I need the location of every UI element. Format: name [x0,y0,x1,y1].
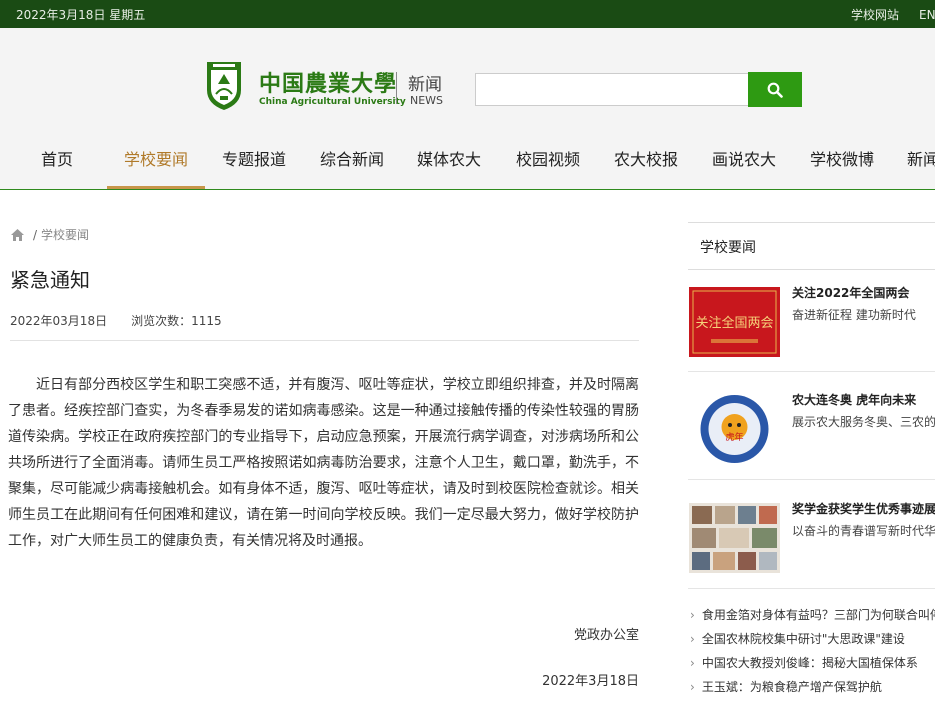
card-subtitle: 奋进新征程 建功新时代 [792,308,916,322]
nav-campus-video[interactable]: 校园视频 [516,146,580,170]
nav-media[interactable]: 媒体农大 [417,146,481,170]
list-item-text: 中国农大教授刘俊峰：揭秘大国植保体系 [701,656,918,670]
list-item[interactable]: › 中国农大教授刘俊峰：揭秘大国植保体系 [688,653,935,677]
article-meta: 2022年03月18日 浏览次数：1115 [10,312,222,329]
article-sign-date: 2022年3月18日 [542,674,639,689]
article-body: 近日有部分西校区学生和职工突感不适，并有腹泻、呕吐等症状，学校立即组织排查，并及… [8,377,639,549]
main-nav: 首页 学校要闻 专题报道 综合新闻 媒体农大 校园视频 农大校报 画说农大 学校… [0,128,935,189]
nav-weibo[interactable]: 学校微博 [810,146,874,170]
card-subtitle: 展示农大服务冬奥、三农的 [792,415,935,429]
top-link-school-site[interactable]: 学校网站 [851,8,899,22]
card-divider [688,588,935,589]
news-label-cn: 新闻 [408,75,442,95]
article-date: 2022年03月18日 [10,314,108,328]
sidebar-heading-text[interactable]: 学校要闻 [700,237,756,257]
university-name-en: China Agricultural University [259,97,406,107]
article-views: 浏览次数：1115 [131,314,222,328]
breadcrumb: / 学校要闻 [10,226,89,243]
breadcrumb-separator: / [33,228,38,242]
home-icon[interactable] [10,228,25,242]
card-title[interactable]: 农大连冬奥 虎年向未来 [792,391,916,408]
list-item[interactable]: › 食用金箔对身体有益吗？三部门为何联合叫停 [688,605,935,629]
chevron-right-icon: › [690,680,695,694]
article-signature: 党政办公室 [573,628,639,643]
search-input[interactable] [475,73,748,106]
card-image-winter-olympics[interactable]: 虎年 [689,394,780,464]
chevron-right-icon: › [690,608,695,622]
search-icon [767,82,783,98]
card-image-caption: 关注全国两会 [695,315,773,331]
nav-general-news[interactable]: 综合新闻 [320,146,384,170]
nav-active-indicator [107,186,205,189]
top-bar: 2022年3月18日 星期五 学校网站 ENG [0,0,935,28]
card-image-two-sessions[interactable]: 关注全国两会 [689,287,780,357]
university-logo-icon[interactable] [204,60,244,112]
list-item-text: 王玉斌：为粮食稳产增产保驾护航 [701,680,882,694]
top-links: 学校网站 ENG [851,6,935,23]
search-button[interactable] [748,72,802,107]
nav-home[interactable]: 首页 [41,146,73,170]
nav-school-paper[interactable]: 农大校报 [614,146,678,170]
article-title: 紧急通知 [10,268,90,292]
card-title[interactable]: 奖学金获奖学生优秀事迹展 [792,500,935,517]
card-image-caption: 虎年 [725,431,743,443]
list-item[interactable]: › 王玉斌：为粮食稳产增产保驾护航 [688,677,935,701]
top-link-english[interactable]: ENG [919,8,935,22]
sidebar-heading: 学校要闻 [688,222,935,270]
logo-divider [396,72,397,104]
card-divider [688,479,935,480]
university-name-cn: 中国農業大學 [259,71,398,97]
article-divider [10,340,639,341]
card-title[interactable]: 关注2022年全国两会 [792,284,909,301]
site-header: 中国農業大學 China Agricultural University 新闻 … [0,28,935,190]
chevron-right-icon: › [690,632,695,646]
card-divider [688,371,935,372]
nav-school-news[interactable]: 学校要闻 [124,146,188,170]
list-item-text: 全国农林院校集中研讨"大思政课"建设 [701,632,905,646]
nav-pictures[interactable]: 画说农大 [712,146,776,170]
nav-special-reports[interactable]: 专题报道 [222,146,286,170]
list-item-text: 食用金箔对身体有益吗？三部门为何联合叫停 [701,608,935,622]
top-date: 2022年3月18日 星期五 [16,8,146,22]
card-subtitle: 以奋斗的青春谱写新时代华 [792,524,935,538]
sidebar-headline-list: › 食用金箔对身体有益吗？三部门为何联合叫停 › 全国农林院校集中研讨"大思政课"建… [688,605,935,701]
chevron-right-icon: › [690,656,695,670]
news-label-en: NEWS [410,94,444,107]
list-item[interactable]: › 全国农林院校集中研讨"大思政课"建设 [688,629,935,653]
nav-news-more[interactable]: 新闻 [907,146,935,170]
card-image-scholarship[interactable] [689,503,780,573]
breadcrumb-current[interactable]: 学校要闻 [41,228,89,242]
